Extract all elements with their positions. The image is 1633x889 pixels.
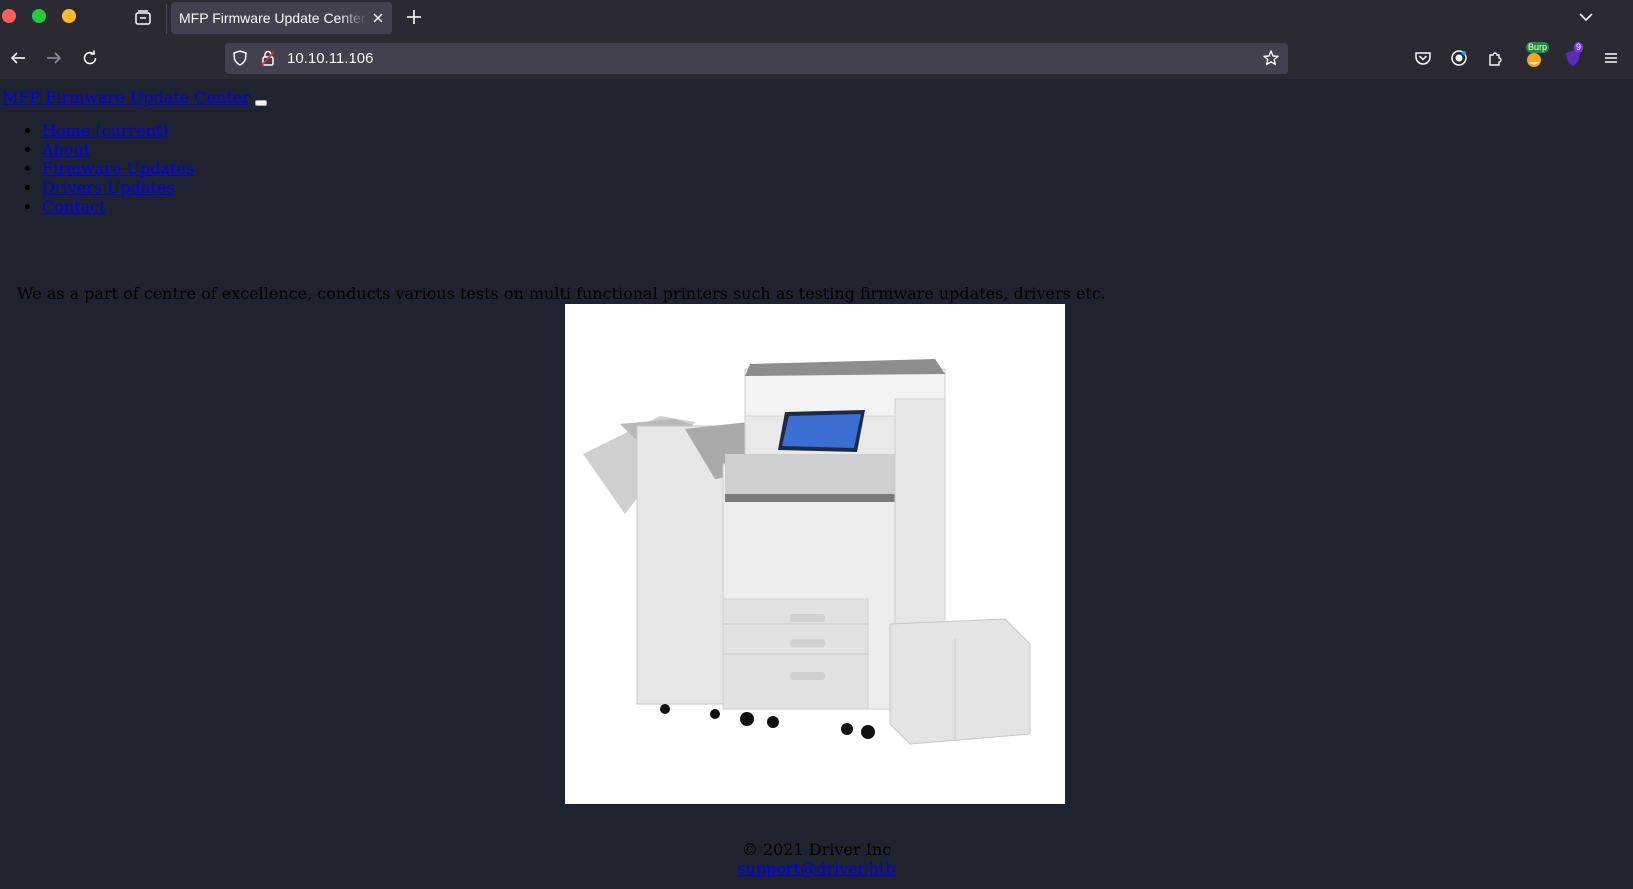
- minimize-window-button[interactable]: [62, 9, 76, 23]
- tab-active[interactable]: MFP Firmware Update Center: [171, 2, 392, 34]
- nav-item-contact: Contact: [42, 197, 194, 216]
- burp-proxy-extension-button[interactable]: Burp: [1524, 42, 1550, 68]
- navbar-toggler-button[interactable]: [255, 100, 267, 106]
- page-content: MFP Firmware Update Center Home (current…: [0, 79, 1633, 889]
- forward-arrow-icon: [47, 52, 62, 64]
- insecure-lock-icon[interactable]: [259, 49, 277, 67]
- ublock-badge: 9: [1574, 42, 1584, 53]
- site-brand-link[interactable]: MFP Firmware Update Center: [2, 88, 250, 107]
- tab-bar: MFP Firmware Update Center: [0, 0, 1633, 38]
- tab-overview-icon[interactable]: [132, 7, 154, 29]
- reload-icon: [83, 50, 97, 65]
- nav-item-firmware-updates: Firmware Updates: [42, 159, 194, 178]
- burp-badge: Burp: [1526, 42, 1550, 53]
- list-all-tabs-icon[interactable]: [1577, 8, 1595, 26]
- close-window-button[interactable]: [2, 9, 16, 23]
- forward-button[interactable]: [43, 47, 65, 69]
- intro-text: We as a part of centre of excellence, co…: [17, 284, 1106, 303]
- url-bar[interactable]: 10.10.11.106: [225, 43, 1288, 74]
- nav-item-drivers-updates: Drivers Updates: [42, 178, 194, 197]
- extensions-button[interactable]: [1485, 48, 1505, 68]
- vpn-icon: [1451, 50, 1467, 66]
- nav-link-about[interactable]: About: [42, 140, 90, 159]
- tab-title: MFP Firmware Update Center: [179, 10, 366, 26]
- site-nav-list: Home (current) About Firmware Updates Dr…: [0, 121, 194, 216]
- nav-link-drivers-updates[interactable]: Drivers Updates: [42, 178, 175, 197]
- footer-copyright: © 2021 Driver Inc: [741, 840, 892, 859]
- new-tab-icon[interactable]: [404, 7, 424, 27]
- nav-link-firmware-updates[interactable]: Firmware Updates: [42, 159, 194, 178]
- nav-item-home: Home (current): [42, 121, 194, 140]
- nav-link-contact[interactable]: Contact: [42, 197, 106, 216]
- back-arrow-icon: [10, 52, 25, 64]
- nav-item-about: About: [42, 140, 194, 159]
- pocket-button[interactable]: [1413, 48, 1433, 68]
- maximize-window-button[interactable]: [32, 9, 46, 23]
- reload-button[interactable]: [79, 47, 101, 69]
- url-text: 10.10.11.106: [287, 50, 374, 67]
- ublock-extension-button[interactable]: 9: [1563, 42, 1584, 68]
- bookmark-star-icon[interactable]: [1262, 49, 1280, 67]
- printer-image: [565, 304, 1065, 804]
- support-email-link[interactable]: support@driver.htb: [0, 859, 1633, 878]
- tracking-protection-shield-icon[interactable]: [231, 49, 249, 67]
- back-button[interactable]: [7, 47, 29, 69]
- tab-separator: [166, 4, 167, 34]
- hamburger-menu-icon: [1605, 53, 1617, 63]
- close-tab-icon[interactable]: [370, 10, 386, 26]
- pocket-icon: [1415, 52, 1431, 65]
- puzzle-icon: [1489, 52, 1502, 66]
- nav-link-home[interactable]: Home (current): [42, 121, 169, 140]
- vpn-extension-button[interactable]: [1449, 48, 1469, 68]
- app-menu-button[interactable]: [1601, 48, 1621, 68]
- navigation-toolbar: 10.10.11.106 Burp 9: [0, 38, 1633, 79]
